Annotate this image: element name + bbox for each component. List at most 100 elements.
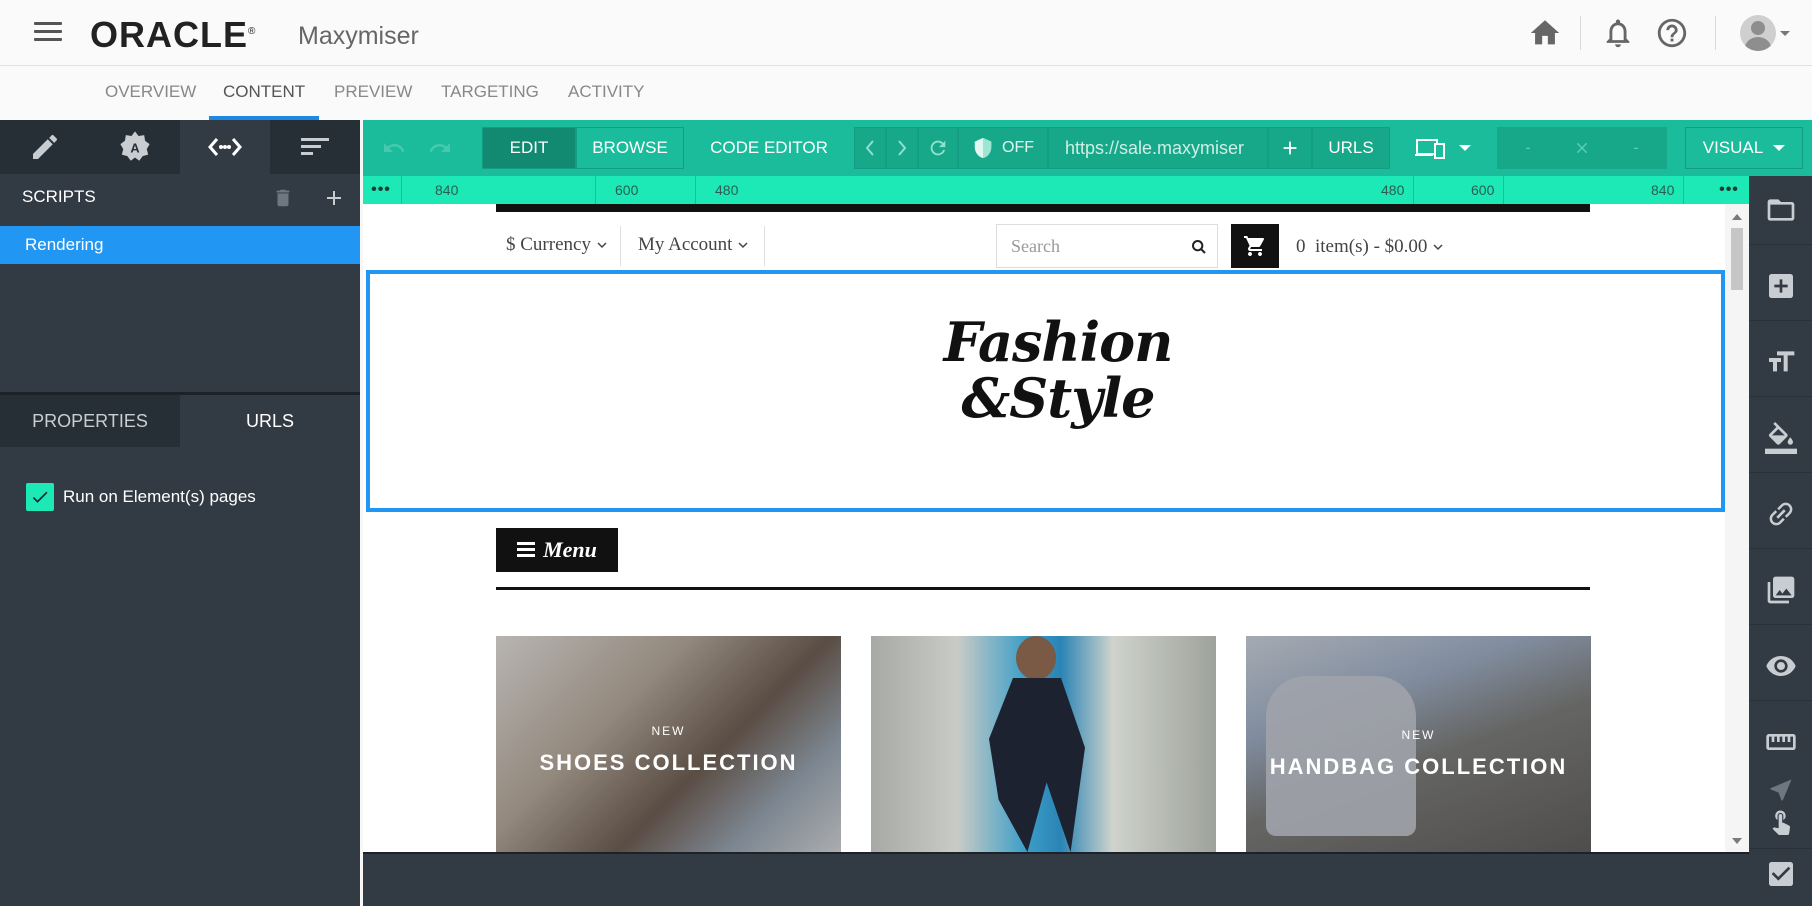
- shield-toggle[interactable]: OFF: [958, 127, 1048, 169]
- home-icon[interactable]: [1528, 16, 1562, 50]
- script-label: Rendering: [25, 235, 104, 254]
- tab-styles[interactable]: A: [90, 120, 180, 174]
- header-divider: [1580, 16, 1581, 50]
- site-menu-button[interactable]: Menu: [496, 528, 618, 572]
- run-on-elements-checkbox[interactable]: [26, 483, 54, 511]
- search-icon[interactable]: [1191, 239, 1207, 255]
- link-icon[interactable]: [1765, 498, 1797, 530]
- image-library-icon[interactable]: [1765, 574, 1797, 606]
- devices-icon: [1415, 139, 1445, 159]
- ruler-tick: 480: [715, 182, 739, 198]
- chevron-down-icon: [1459, 145, 1471, 151]
- scroll-down-arrow-icon[interactable]: [1732, 838, 1742, 844]
- site-preview-canvas[interactable]: $ Currency My Account Search 0 item(s) -…: [363, 204, 1749, 852]
- ruler-separator: [401, 176, 402, 204]
- collection-new-label: NEW: [651, 724, 686, 738]
- cart-icon: [1244, 236, 1265, 256]
- chevron-down-icon[interactable]: [1780, 31, 1790, 36]
- redo-icon[interactable]: [423, 136, 457, 160]
- code-editor-button[interactable]: CODE EDITOR: [699, 127, 839, 169]
- width-field[interactable]: -: [1497, 127, 1559, 169]
- refresh-button[interactable]: [918, 127, 958, 169]
- edit-mode-button[interactable]: EDIT: [482, 127, 576, 169]
- chevron-down-icon: [1773, 145, 1786, 151]
- user-avatar[interactable]: [1740, 15, 1776, 51]
- navigation-arrow-icon[interactable]: [1767, 776, 1795, 804]
- code-icon: [208, 138, 242, 156]
- collection-card-shoes[interactable]: NEW SHOES COLLECTION: [496, 636, 841, 852]
- rail-divider: [1749, 848, 1812, 849]
- editor-toolbar: EDIT BROWSE CODE EDITOR OFF https://sale…: [363, 120, 1812, 176]
- pencil-icon: [33, 134, 58, 159]
- close-icon: [1576, 142, 1588, 154]
- trash-icon[interactable]: [272, 186, 294, 210]
- add-url-button[interactable]: [1268, 127, 1312, 169]
- url-input[interactable]: https://sale.maxymiser: [1048, 127, 1268, 169]
- tab-activity[interactable]: ACTIVITY: [568, 82, 645, 102]
- rail-divider: [1749, 472, 1812, 473]
- menu-icon: [517, 542, 536, 557]
- collection-card-handbag[interactable]: NEW HANDBAG COLLECTION: [1246, 636, 1591, 852]
- eye-icon[interactable]: [1765, 650, 1797, 682]
- run-on-elements-label: Run on Element(s) pages: [63, 487, 256, 506]
- view-mode-select[interactable]: VISUAL: [1685, 127, 1803, 169]
- checkbox-icon[interactable]: [1765, 858, 1797, 890]
- svg-text:A: A: [130, 141, 139, 156]
- right-tool-rail: [1749, 176, 1812, 906]
- close-size-button[interactable]: [1559, 127, 1605, 169]
- back-button[interactable]: [854, 127, 886, 169]
- site-top-border: [496, 204, 1590, 212]
- cart-summary[interactable]: 0 item(s) - $0.00: [1296, 236, 1444, 258]
- scripts-title: SCRIPTS: [22, 187, 96, 206]
- tab-order[interactable]: [270, 120, 360, 174]
- util-divider: [620, 226, 621, 266]
- cart-button[interactable]: [1231, 224, 1279, 268]
- device-selector[interactable]: [1403, 127, 1483, 169]
- ruler-tick: 480: [1381, 182, 1405, 198]
- tab-overview[interactable]: OVERVIEW: [105, 82, 196, 102]
- ruler-separator: [1683, 176, 1684, 204]
- site-search-input[interactable]: Search: [996, 224, 1218, 268]
- paint-bucket-icon[interactable]: [1765, 422, 1797, 454]
- collection-card-men[interactable]: [871, 636, 1216, 852]
- height-field[interactable]: -: [1605, 127, 1667, 169]
- add-box-icon[interactable]: [1765, 270, 1797, 302]
- rail-divider: [1749, 548, 1812, 549]
- run-on-elements-row: Run on Element(s) pages: [26, 482, 256, 512]
- currency-dropdown[interactable]: $ Currency: [506, 234, 608, 256]
- browse-mode-button[interactable]: BROWSE: [576, 127, 684, 169]
- sort-icon: [301, 138, 329, 155]
- folder-icon[interactable]: [1765, 194, 1797, 226]
- bell-icon[interactable]: [1601, 16, 1635, 50]
- hamburger-menu-icon[interactable]: [34, 22, 62, 42]
- ruler-menu-right[interactable]: •••: [1711, 178, 1747, 202]
- tab-targeting[interactable]: TARGETING: [441, 82, 539, 102]
- tab-edit[interactable]: [0, 120, 90, 174]
- product-name: Maxymiser: [298, 22, 419, 50]
- scroll-up-arrow-icon[interactable]: [1732, 214, 1742, 220]
- canvas-bottom-bar: [363, 852, 1749, 906]
- text-size-icon[interactable]: [1765, 346, 1797, 378]
- touch-icon[interactable]: [1767, 806, 1795, 836]
- tab-scripts[interactable]: [180, 120, 270, 174]
- collection-title: SHOES COLLECTION: [539, 750, 798, 775]
- tab-properties[interactable]: PROPERTIES: [0, 395, 180, 447]
- tab-urls[interactable]: URLS: [180, 395, 360, 447]
- forward-button[interactable]: [886, 127, 918, 169]
- add-icon[interactable]: [322, 186, 346, 210]
- collection-new-label: NEW: [1401, 728, 1436, 742]
- script-item-rendering[interactable]: Rendering: [0, 226, 360, 264]
- undo-icon[interactable]: [377, 136, 411, 160]
- chevron-down-icon: [597, 242, 607, 249]
- ruler-separator: [1503, 176, 1504, 204]
- account-dropdown[interactable]: My Account: [638, 234, 749, 256]
- ruler-menu-left[interactable]: •••: [363, 178, 399, 202]
- tab-content[interactable]: CONTENT: [223, 82, 305, 102]
- tab-preview[interactable]: PREVIEW: [334, 82, 412, 102]
- ruler-icon[interactable]: [1765, 726, 1797, 758]
- help-icon[interactable]: [1655, 16, 1689, 50]
- scroll-thumb[interactable]: [1731, 228, 1743, 290]
- canvas-scrollbar[interactable]: [1725, 204, 1749, 852]
- urls-button[interactable]: URLS: [1312, 127, 1390, 169]
- model-suit: [989, 678, 1085, 852]
